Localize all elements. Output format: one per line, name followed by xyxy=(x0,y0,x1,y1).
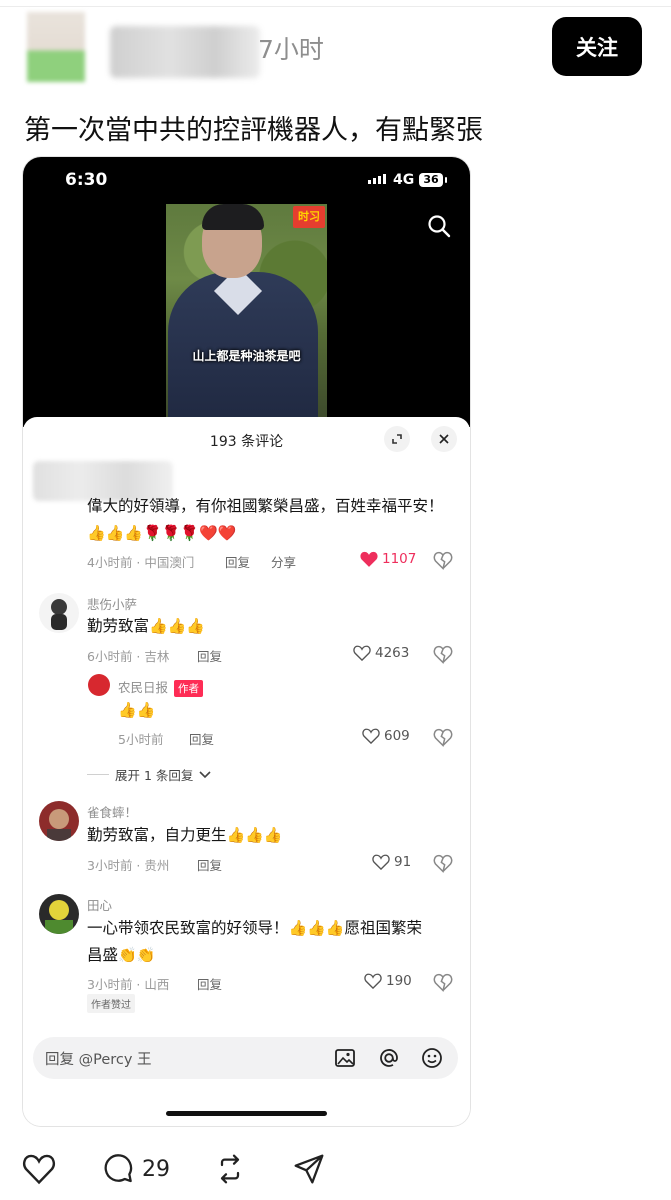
dislike-icon[interactable] xyxy=(433,728,453,748)
dislike-icon[interactable] xyxy=(433,854,453,874)
home-indicator xyxy=(166,1111,327,1116)
comment-text: 一心带领农民致富的好领导！👍👍👍愿祖国繁荣 昌盛👏👏 xyxy=(87,919,423,964)
signal-icon xyxy=(368,174,386,184)
author-reply-avatar[interactable] xyxy=(88,674,110,696)
author-tag: 作者 xyxy=(174,680,204,697)
reply-username[interactable]: 农民日报 作者 xyxy=(118,677,204,697)
heart-icon xyxy=(362,728,380,744)
close-icon xyxy=(439,434,449,444)
like-count: 190 xyxy=(386,973,412,989)
comment-username[interactable]: 悲伤小萨 xyxy=(87,594,137,613)
post-text: 第一次當中共的控評機器人，有點緊張 xyxy=(24,115,483,146)
reply-count: 29 xyxy=(142,1157,170,1182)
like-button[interactable]: 4263 xyxy=(353,645,409,661)
like-button[interactable]: 190 xyxy=(364,973,412,989)
reply-meta: 5小时前 xyxy=(118,732,164,747)
reply-emojis: 👍👍 xyxy=(118,701,156,719)
author-avatar[interactable] xyxy=(27,12,85,82)
comment-meta: 6小时前 · 吉林 xyxy=(87,649,170,664)
chevron-down-icon xyxy=(199,770,211,778)
comment-username[interactable]: 田心 xyxy=(87,895,112,914)
repost-icon[interactable] xyxy=(214,1153,246,1185)
dislike-icon[interactable] xyxy=(433,973,453,993)
follow-button[interactable]: 关注 xyxy=(552,17,642,76)
battery-icon: 36 xyxy=(419,173,447,187)
author-liked-tag: 作者赞过 xyxy=(87,994,135,1013)
top-divider xyxy=(0,0,671,7)
share-button[interactable]: 分享 xyxy=(271,552,296,571)
expand-replies-button[interactable]: 展开 1 条回复 xyxy=(87,765,211,784)
heart-icon xyxy=(353,645,371,661)
comment-sheet: 193 条评论 偉大的好領導，有你祖國繁榮昌盛，百姓幸福平安！ 👍👍👍🌹🌹🌹❤️… xyxy=(23,417,470,1126)
like-icon[interactable] xyxy=(22,1153,56,1185)
status-time: 6:30 xyxy=(65,170,108,190)
dislike-icon[interactable] xyxy=(433,645,453,665)
user-avatar[interactable] xyxy=(39,593,79,633)
image-icon[interactable] xyxy=(333,1046,357,1070)
search-icon xyxy=(428,215,451,238)
expand-icon xyxy=(392,434,402,444)
like-count: 91 xyxy=(394,854,412,870)
comment-emojis: 👍👍👍🌹🌹🌹❤️❤️ xyxy=(87,524,237,542)
comment-text: 勤劳致富👍👍👍 xyxy=(87,617,206,635)
post-time: 7小时 xyxy=(258,35,324,64)
comment-meta: 3小时前 · 山西 xyxy=(87,977,170,992)
heart-icon xyxy=(372,854,390,870)
emoji-icon[interactable] xyxy=(420,1046,444,1070)
comment-username[interactable]: 雀食蟀！ xyxy=(87,802,137,821)
comment-meta: 4小时前 · 中国澳门 xyxy=(87,555,195,570)
comment-meta: 3小时前 · 贵州 xyxy=(87,858,170,873)
reply-button[interactable]: 回复 xyxy=(225,552,250,571)
reply-button[interactable]: 回复 xyxy=(189,729,214,748)
heart-filled-icon xyxy=(360,551,378,567)
like-count: 4263 xyxy=(375,645,410,661)
comment-text: 偉大的好領導，有你祖國繁榮昌盛，百姓幸福平安！ xyxy=(87,497,444,515)
reply-button[interactable]: 回复 xyxy=(197,855,222,874)
dislike-icon[interactable] xyxy=(433,551,453,571)
like-button[interactable]: 91 xyxy=(372,854,411,870)
share-icon[interactable] xyxy=(293,1153,325,1185)
mention-icon[interactable] xyxy=(377,1046,401,1070)
close-sheet-button[interactable] xyxy=(431,426,457,452)
expand-sheet-button[interactable] xyxy=(384,426,410,452)
reply-input-placeholder: 回复 @Percy 王 xyxy=(45,1052,152,1068)
embedded-screenshot[interactable]: 6:30 4G 36 时习 山上都是种油茶是吧 193 条评论 偉大的好領導，有… xyxy=(23,157,470,1126)
heart-icon xyxy=(364,973,382,989)
reply-button[interactable]: 回复 xyxy=(197,646,222,665)
author-name-redacted[interactable] xyxy=(110,26,260,78)
like-count: 1107 xyxy=(382,551,417,567)
video-caption: 山上都是种油茶是吧 xyxy=(192,349,301,363)
user-avatar[interactable] xyxy=(39,801,79,841)
video-area: 6:30 4G 36 时习 山上都是种油茶是吧 xyxy=(23,157,470,427)
video-thumbnail: 时习 山上都是种油茶是吧 xyxy=(166,204,327,419)
like-button[interactable]: 1107 xyxy=(360,551,416,567)
reply-icon[interactable] xyxy=(102,1153,134,1185)
like-count: 609 xyxy=(384,728,410,744)
comment-text: 勤劳致富，自力更生👍👍👍 xyxy=(87,826,283,844)
like-button[interactable]: 609 xyxy=(362,728,410,744)
reply-button[interactable]: 回复 xyxy=(197,974,222,993)
video-badge: 时习 xyxy=(293,206,325,228)
user-avatar[interactable] xyxy=(39,894,79,934)
reply-input[interactable]: 回复 @Percy 王 xyxy=(33,1037,458,1079)
network-label: 4G xyxy=(393,172,415,188)
